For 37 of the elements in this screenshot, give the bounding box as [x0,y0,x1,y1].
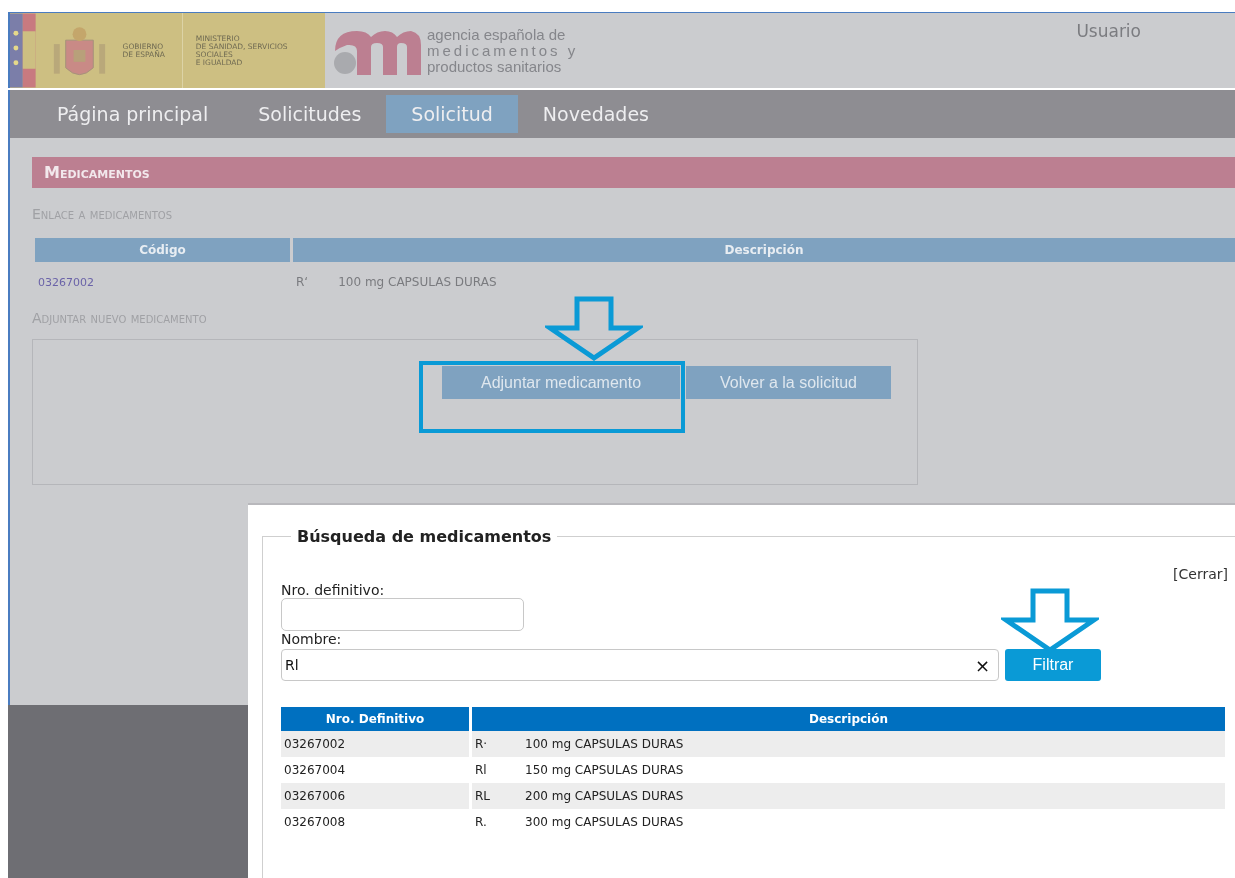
field-label: Nombre: [281,631,343,647]
user-link[interactable]: Usuario [1076,21,1141,41]
nav-tab[interactable]: Solicitud [386,95,518,133]
column-header: Descripción [293,238,1235,262]
agency-name: agencia española de medicamentos y productos sanitarios [427,26,579,75]
nav-tab[interactable]: Novedades [517,95,674,133]
column-header: Nro. Definitivo [281,707,469,731]
action-button[interactable]: Adjuntar medicamento [442,366,680,399]
table-cell-text: Rl [475,763,488,777]
clear-button[interactable]: × [974,654,990,676]
table-cell: 03267006 [281,783,469,809]
table-cell: 03267002 [281,731,469,757]
close-link[interactable]: [Cerrar] [1173,566,1228,582]
panel-title: Búsqueda de medicamentos [296,527,553,546]
table-cell: R‘ [296,275,309,289]
table-cell-text: 03267004 [283,762,347,779]
down-arrow-icon [545,296,643,362]
table-cell: 200 mg CAPSULAS DURAS [525,789,684,803]
nav-tab[interactable]: Página principal [32,95,234,133]
table-cell-text: R· [475,737,489,751]
input-field[interactable]: Rl × [281,649,999,681]
table-cell-text: RL [475,789,492,803]
field-label: Nro. definitivo: [281,582,386,598]
column-header: Descripción [472,707,1225,731]
table-cell: 100 mg CAPSULAS DURAS [525,737,684,751]
table-cell: 300 mg CAPSULAS DURAS [525,815,684,829]
input-field[interactable] [281,598,524,631]
nav-tab[interactable]: Solicitudes [233,95,387,133]
table-cell: 150 mg CAPSULAS DURAS [525,763,684,777]
table-cell-text: 03267008 [283,814,347,831]
section-title-bar: Medicamentos [32,157,1235,188]
table-cell: 100 mg CAPSULAS DURAS [338,275,497,289]
column-header: Código [35,238,290,262]
table-cell-text: R. [475,815,488,829]
filter-button[interactable]: Filtrar [1005,649,1101,681]
action-button[interactable]: Volver a la solicitud [686,366,891,399]
code-link[interactable]: 03267002 [38,276,94,289]
